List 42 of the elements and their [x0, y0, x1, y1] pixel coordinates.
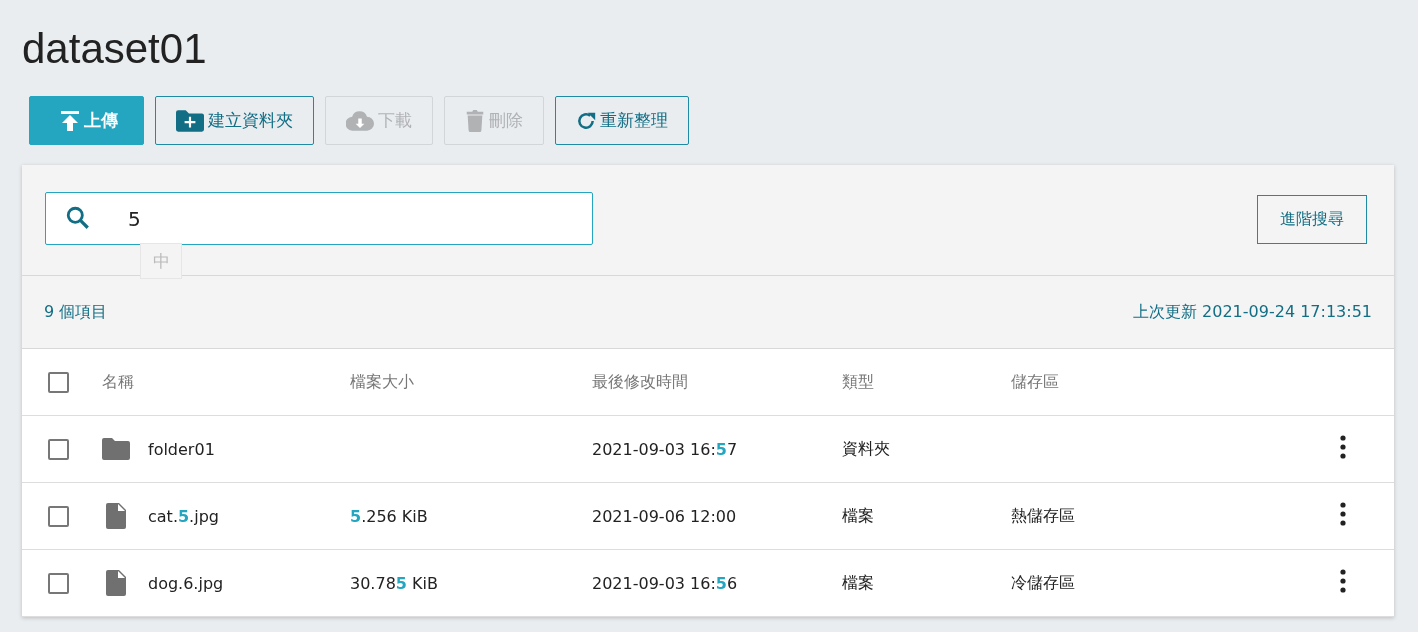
trash-icon — [465, 109, 485, 132]
search-icon — [65, 205, 91, 231]
refresh-button[interactable]: 重新整理 — [555, 96, 689, 145]
type-cell: 檔案 — [842, 572, 874, 592]
column-header[interactable]: 類型 — [842, 371, 874, 391]
type-cell: 檔案 — [842, 505, 874, 525]
upload-button[interactable]: 上傳 — [29, 96, 144, 145]
more-options-icon[interactable] — [1340, 502, 1346, 526]
select-all-checkbox[interactable] — [48, 371, 69, 393]
file-size-cell: 5.256 KiB — [350, 506, 428, 526]
more-options-icon[interactable] — [1340, 435, 1346, 459]
file-size-cell: 30.785 KiB — [350, 573, 438, 593]
ime-indicator: 中 — [140, 243, 182, 279]
file-name-link[interactable]: dog.6.jpg — [148, 573, 224, 593]
file-icon — [105, 570, 127, 596]
page-title: dataset01 — [22, 24, 208, 74]
search-field[interactable]: 5 — [45, 192, 593, 245]
column-header[interactable]: 儲存區 — [1011, 371, 1059, 391]
advanced-search-button[interactable]: 進階搜尋 — [1257, 195, 1367, 244]
file-icon — [105, 503, 127, 529]
column-header[interactable]: 最後修改時間 — [592, 371, 688, 391]
folder-icon — [102, 438, 130, 460]
upload-arrow-icon — [60, 109, 80, 132]
column-header[interactable]: 檔案大小 — [350, 371, 414, 391]
cloud-download-icon — [346, 109, 374, 132]
column-header[interactable]: 名稱 — [102, 371, 134, 393]
row-checkbox[interactable] — [48, 438, 69, 460]
row-checkbox[interactable] — [48, 505, 69, 527]
type-cell: 資料夾 — [842, 438, 890, 458]
storage-cell: 熱儲存區 — [1011, 505, 1075, 525]
last-updated-text: 上次更新 2021-09-24 17:13:51 — [1133, 301, 1372, 323]
modified-time-cell: 2021-09-03 16:56 — [592, 573, 738, 593]
row-checkbox[interactable] — [48, 572, 69, 594]
more-options-icon[interactable] — [1340, 569, 1346, 593]
modified-time-cell: 2021-09-06 12:00 — [592, 506, 737, 526]
modified-time-cell: 2021-09-03 16:57 — [592, 439, 738, 459]
file-name-link[interactable]: folder01 — [148, 439, 215, 459]
storage-cell: 冷儲存區 — [1011, 572, 1075, 592]
file-name-link[interactable]: cat.5.jpg — [148, 506, 219, 526]
item-count: 9 個項目 — [44, 301, 108, 323]
new-folder-button[interactable]: 建立資料夾 — [155, 96, 314, 145]
folder-plus-icon — [176, 109, 204, 132]
